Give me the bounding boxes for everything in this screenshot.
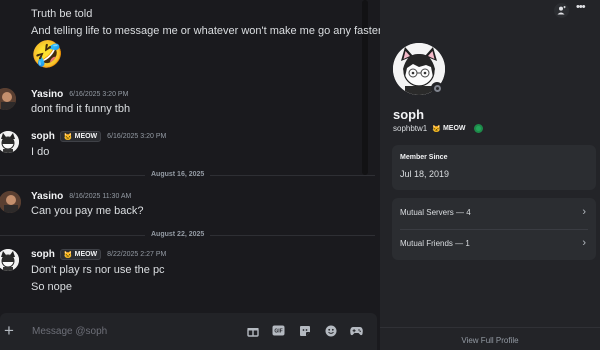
chevron-right-icon: › <box>582 206 586 218</box>
divider <box>380 327 600 328</box>
avatar[interactable] <box>0 249 19 271</box>
message-composer: + Message @soph GIF <box>0 313 377 350</box>
timestamp: 6/16/2025 3:20 PM <box>69 91 129 98</box>
more-icon[interactable]: ••• <box>576 1 586 13</box>
divider <box>400 229 588 230</box>
date-divider-label: August 22, 2025 <box>145 231 211 238</box>
author-name[interactable]: Yasino <box>31 191 63 202</box>
sticker-icon[interactable] <box>298 324 311 337</box>
nitro-badge-icon[interactable] <box>473 124 483 133</box>
cat-icon: 🐱 <box>63 251 73 259</box>
message-header: Yasino 8/16/2025 11:30 AM <box>31 191 131 202</box>
message-text: Can you pay me back? <box>31 205 144 217</box>
cat-icon: 🐱 <box>432 125 441 133</box>
date-divider-label: August 16, 2025 <box>145 171 211 178</box>
add-friend-icon[interactable] <box>554 3 569 18</box>
status-indicator <box>431 82 443 94</box>
message-input[interactable]: Message @soph <box>32 326 107 337</box>
avatar[interactable] <box>0 131 19 153</box>
rofl-emoji: 🤣 <box>31 39 64 69</box>
avatar[interactable] <box>0 88 16 110</box>
timestamp: 8/16/2025 11:30 AM <box>69 193 132 200</box>
message-text: So nope <box>31 281 72 293</box>
profile-username: sophbtw1 <box>393 124 428 133</box>
message-header: soph 🐱 MEOW 6/16/2025 3:20 PM <box>31 131 166 142</box>
server-tag-label: MEOW <box>74 251 98 258</box>
server-tag-label: MEOW <box>442 125 466 132</box>
profile-panel: ••• soph sophbtw1 🐱 MEOW Member Since Jul… <box>380 0 600 350</box>
chevron-right-icon: › <box>582 237 586 249</box>
server-tag-label: MEOW <box>74 133 98 140</box>
mutual-servers-row[interactable]: Mutual Servers — 4 › <box>392 200 596 224</box>
message-text: And telling life to message me or whatev… <box>31 25 382 37</box>
message-header: soph 🐱 MEOW 8/22/2025 2:27 PM <box>31 249 166 260</box>
chat-area: Truth be told And telling life to messag… <box>0 0 382 350</box>
avatar[interactable] <box>0 191 21 213</box>
timestamp: 6/16/2025 3:20 PM <box>107 133 167 140</box>
message-header: Yasino 6/16/2025 3:20 PM <box>31 89 128 100</box>
message-text: I do <box>31 146 50 158</box>
member-since-date: Jul 18, 2019 <box>400 169 450 179</box>
view-full-profile-link[interactable]: View Full Profile <box>380 336 600 345</box>
server-tag[interactable]: 🐱 MEOW <box>432 125 465 133</box>
plus-icon[interactable]: + <box>4 322 14 340</box>
author-name[interactable]: soph <box>31 131 55 142</box>
member-since-card: Member Since Jul 18, 2019 <box>392 145 596 190</box>
message-text: dont find it funny tbh <box>31 103 131 115</box>
author-name[interactable]: soph <box>31 249 55 260</box>
timestamp: 8/22/2025 2:27 PM <box>107 251 167 258</box>
profile-display-name: soph <box>393 107 425 122</box>
server-tag[interactable]: 🐱 MEOW <box>59 249 102 260</box>
svg-text:GIF: GIF <box>274 329 282 335</box>
mutuals-card: Mutual Servers — 4 › Mutual Friends — 1 … <box>392 198 596 260</box>
author-name[interactable]: Yasino <box>31 89 63 100</box>
cat-icon: 🐱 <box>63 133 73 141</box>
mutual-friends-row[interactable]: Mutual Friends — 1 › <box>392 231 596 255</box>
message-text: Truth be told <box>31 8 93 20</box>
mutual-servers-label: Mutual Servers — 4 <box>400 207 471 217</box>
gif-icon[interactable]: GIF <box>272 324 285 337</box>
mutual-friends-label: Mutual Friends — 1 <box>400 238 470 248</box>
server-tag[interactable]: 🐱 MEOW <box>59 131 102 142</box>
message-text: Don't play rs nor use the pc <box>31 264 165 276</box>
gift-icon[interactable] <box>246 324 259 337</box>
game-controller-icon[interactable] <box>350 324 363 337</box>
emoji-icon[interactable] <box>324 324 337 337</box>
member-since-label: Member Since <box>400 154 448 161</box>
profile-username-row: sophbtw1 🐱 MEOW <box>393 124 483 133</box>
